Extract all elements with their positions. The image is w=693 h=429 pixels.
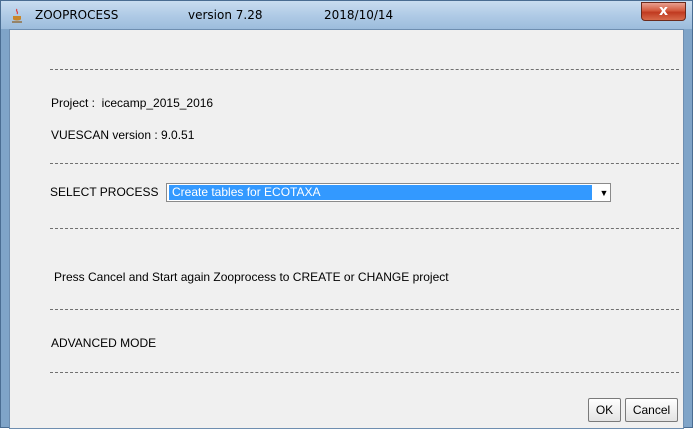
java-cup-icon [12,8,22,23]
process-select-value: Create tables for ECOTAXA [169,185,592,200]
cancel-button[interactable]: Cancel [625,398,678,422]
separator [50,163,679,164]
process-select[interactable]: Create tables for ECOTAXA ▼ [166,183,611,202]
dialog-content: Project : icecamp_2015_2016 VUESCAN vers… [9,29,684,429]
title-bar[interactable]: ZOOPROCESS version 7.28 2018/10/14 x [1,1,692,29]
project-label: Project : icecamp_2015_2016 [51,96,214,110]
vuescan-version-label: VUESCAN version : 9.0.51 [51,128,195,142]
separator [50,372,679,373]
version-text: version 7.28 [188,8,263,22]
advanced-mode-label: ADVANCED MODE [51,336,157,350]
instruction-message: Press Cancel and Start again Zooprocess … [54,270,449,284]
close-button[interactable]: x [641,2,686,21]
date-text: 2018/10/14 [324,8,394,22]
separator [50,309,679,310]
close-icon: x [658,3,669,19]
chevron-down-icon[interactable]: ▼ [597,186,611,200]
select-process-label: SELECT PROCESS [50,185,159,199]
separator [50,228,679,229]
separator [50,69,679,70]
ok-button[interactable]: OK [588,398,621,422]
zooprocess-window: ZOOPROCESS version 7.28 2018/10/14 x Pro… [0,0,693,429]
app-title: ZOOPROCESS [35,8,119,22]
